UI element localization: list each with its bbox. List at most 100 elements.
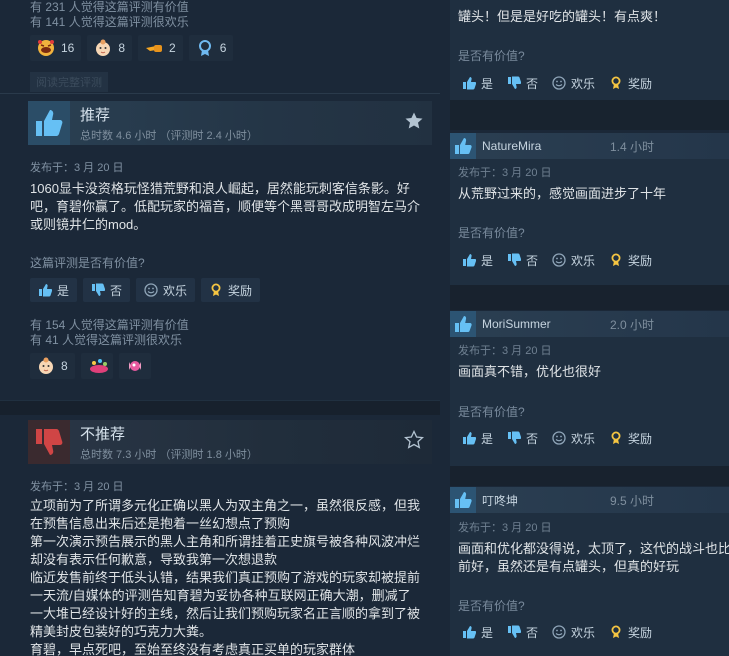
thumbs-up-icon xyxy=(463,77,476,90)
thumbs-up-icon xyxy=(463,254,476,267)
award-label: 奖励 xyxy=(628,431,653,446)
vote-funny-button[interactable]: 欢乐 xyxy=(550,72,597,94)
thumbs-down-icon xyxy=(92,283,106,296)
vote-no-button[interactable]: 否 xyxy=(505,249,540,271)
vote-buttons: 是 否 欢乐 奖励 xyxy=(460,621,654,643)
helpful-question: 是否有价值? xyxy=(458,226,525,240)
review-line: 立项前为了所谓多元化正确以黑人为双主角之一，虽然很反感，但我 xyxy=(30,498,421,513)
laughing-face-award-icon xyxy=(37,39,55,57)
thumbs-up-icon xyxy=(39,284,52,297)
vote-yes-button[interactable]: 是 xyxy=(460,249,495,271)
vote-no-label: 否 xyxy=(526,625,539,640)
star-icon[interactable] xyxy=(404,111,424,131)
helpful-question: 是否有价值? xyxy=(458,49,525,63)
read-full-review-link[interactable]: 阅读完整评测 xyxy=(30,72,108,92)
review-line: 一天流/自媒体的评测告知育碧为妥协各种互联网正确大潮，删减了 xyxy=(30,588,411,603)
review-hours: 2.0 小时 xyxy=(610,317,655,332)
award-baby[interactable]: 8 xyxy=(30,353,75,379)
review-line: 育碧，早点死吧，至始至终没有考虑真正买单的玩家群体 xyxy=(30,642,356,656)
smiley-icon xyxy=(552,625,566,639)
vote-funny-label: 欢乐 xyxy=(571,253,596,268)
review-hours: 9.5 小时 xyxy=(610,493,655,508)
vote-yes-button[interactable]: 是 xyxy=(460,72,495,94)
thumbs-up-icon xyxy=(450,311,476,337)
review-line: 临近发售前终于低头认错，结果我们真正预购了游戏的玩家却被提前 xyxy=(30,570,421,585)
medal-award-icon xyxy=(196,39,214,57)
award-pointing[interactable]: 2 xyxy=(138,35,183,61)
thumbs-down-icon xyxy=(508,253,522,266)
helpful-question: 这篇评测是否有价值? xyxy=(30,256,145,270)
award-medal[interactable]: 6 xyxy=(188,35,234,61)
award-button[interactable]: 奖励 xyxy=(607,72,654,94)
award-label: 奖励 xyxy=(228,283,253,298)
smiley-icon xyxy=(552,431,566,445)
section-gap xyxy=(450,466,729,486)
star-outline-icon[interactable] xyxy=(403,429,425,450)
review-posted-date: 发布于：3 月 20 日 xyxy=(458,167,552,179)
review-posted-date: 发布于：3 月 20 日 xyxy=(458,522,552,534)
vote-yes-button[interactable]: 是 xyxy=(460,621,495,643)
award-confetti[interactable] xyxy=(80,353,113,379)
vote-funny-label: 欢乐 xyxy=(571,431,596,446)
helpful-question: 是否有价值? xyxy=(458,405,525,419)
review-posted-date: 发布于：3 月 20 日 xyxy=(30,481,124,493)
review-card-header: 叮咚坤 9.5 小时 xyxy=(450,487,729,513)
thumbs-down-icon xyxy=(508,625,522,638)
smiley-icon xyxy=(552,76,566,90)
vote-yes-label: 是 xyxy=(481,76,494,91)
vote-funny-label: 欢乐 xyxy=(571,625,596,640)
review-body: 1060显卡没资格玩怪猎荒野和浪人崛起，居然能玩刺客信条影。好 吧，育碧你赢了。… xyxy=(30,180,420,234)
reviewer-name[interactable]: 叮咚坤 xyxy=(482,492,610,509)
reviewer-name[interactable]: MoriSummer xyxy=(482,317,610,331)
award-list: 8 xyxy=(30,353,151,379)
review-card-header: MoriSummer 2.0 小时 xyxy=(450,311,729,337)
review-hours: 总时数 4.6 小时 （评测时 2.4 小时） xyxy=(80,129,258,142)
vote-buttons: 是 否 欢乐 奖励 xyxy=(460,427,654,449)
confetti-award-icon xyxy=(88,357,108,375)
award-label: 奖励 xyxy=(628,625,653,640)
vote-no-button[interactable]: 否 xyxy=(505,72,540,94)
vote-funny-button[interactable]: 欢乐 xyxy=(550,249,597,271)
vote-funny-button[interactable]: 欢乐 xyxy=(136,278,196,302)
award-button[interactable]: 奖励 xyxy=(201,278,261,302)
funny-count: 有 141 人觉得这篇评测很欢乐 xyxy=(30,15,189,29)
award-baby[interactable]: 8 xyxy=(87,35,133,61)
review-posted-date: 发布于：3 月 20 日 xyxy=(30,162,124,174)
vote-no-button[interactable]: 否 xyxy=(505,621,540,643)
section-gap xyxy=(450,285,729,310)
review-line: 却没有表示任何歉意，导致我第一次想退款 xyxy=(30,552,278,567)
award-laughing[interactable]: 16 xyxy=(30,35,82,61)
review-line: 1060显卡没资格玩怪猎荒野和浪人崛起，居然能玩刺客信条影。好 xyxy=(30,181,410,196)
review-header-not-recommended: 不推荐 总时数 7.3 小时 （评测时 1.8 小时） xyxy=(28,420,432,464)
review-body: 画面和优化都没得说，太顶了，这代的战斗也比 前好，虽然还是有点罐头，但真的好玩 xyxy=(458,540,729,576)
divider xyxy=(0,93,440,94)
award-list: 16 8 2 6 xyxy=(30,35,234,61)
review-line: 精美封皮包装好的巧克力大粪。 xyxy=(30,624,213,639)
vote-yes-button[interactable]: 是 xyxy=(30,278,78,302)
review-line: 吧，育碧你赢了。低配玩家的福音，顺便等个黑哥哥改成明智左马介 xyxy=(30,199,421,214)
award-count: 16 xyxy=(61,41,75,55)
award-ribbon-icon xyxy=(611,76,621,89)
vote-yes-button[interactable]: 是 xyxy=(460,427,495,449)
review-line: 一大堆已经设计好的主线，然后让我们预购玩家名正言顺的拿到了被 xyxy=(30,606,421,621)
vote-no-button[interactable]: 否 xyxy=(83,278,131,302)
vote-funny-button[interactable]: 欢乐 xyxy=(550,621,597,643)
vote-yes-label: 是 xyxy=(57,283,70,298)
review-body: 从荒野过来的，感觉画面进步了十年 xyxy=(458,186,667,201)
award-ribbon-icon xyxy=(611,253,621,266)
smiley-icon xyxy=(144,283,158,297)
baby-award-icon xyxy=(94,39,112,57)
award-count: 8 xyxy=(61,359,68,373)
award-button[interactable]: 奖励 xyxy=(607,249,654,271)
award-candy[interactable] xyxy=(118,353,151,379)
review-line: 或则镜井仁的mod。 xyxy=(30,217,147,232)
pointing-hand-award-icon xyxy=(145,39,163,57)
reviewer-name[interactable]: NatureMira xyxy=(482,139,610,153)
vote-buttons: 是 否 欢乐 奖励 xyxy=(460,249,654,271)
award-button[interactable]: 奖励 xyxy=(607,621,654,643)
vote-no-button[interactable]: 否 xyxy=(505,427,540,449)
award-button[interactable]: 奖励 xyxy=(607,427,654,449)
vote-funny-button[interactable]: 欢乐 xyxy=(550,427,597,449)
vote-no-label: 否 xyxy=(526,76,539,91)
review-header-recommended: 推荐 总时数 4.6 小时 （评测时 2.4 小时） xyxy=(28,101,432,145)
